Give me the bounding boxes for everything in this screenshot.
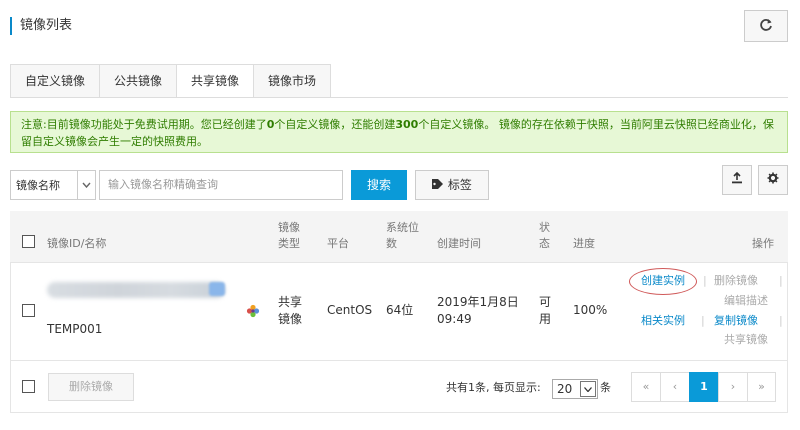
share-image-link[interactable]: 共享镜像: [724, 331, 768, 348]
select-all-checkbox[interactable]: [22, 235, 35, 248]
action-separator: |: [703, 274, 707, 287]
notice-count-remaining: 300: [395, 118, 419, 131]
refresh-icon: [759, 17, 773, 36]
page-size-select[interactable]: 20: [552, 379, 598, 399]
action-separator: |: [701, 314, 705, 327]
page-title: 镜像列表: [10, 17, 72, 35]
col-type-line2: 类型: [278, 237, 300, 250]
col-actions: 操作: [752, 237, 774, 250]
row-created-date: 2019年1月8日: [437, 295, 519, 309]
action-separator: |: [779, 274, 783, 287]
image-name: TEMP001: [47, 322, 103, 336]
search-input[interactable]: 输入镜像名称精确查询: [99, 170, 343, 200]
row-type-line1: 共享: [278, 295, 303, 309]
row-bits: 64位: [386, 303, 414, 317]
copy-image-link[interactable]: 复制镜像: [714, 312, 758, 329]
tag-button-label: 标签: [447, 178, 472, 192]
col-status-line2: 态: [539, 237, 550, 250]
notice-banner: 注意:目前镜像功能处于免费试用期。您已经创建了0个自定义镜像，还能创建300个自…: [10, 111, 788, 153]
prev-page-button[interactable]: ‹: [660, 372, 689, 402]
page-1-button[interactable]: 1: [689, 372, 718, 402]
col-id-name: 镜像ID/名称: [47, 237, 107, 250]
tabs-divider: [10, 97, 788, 98]
table-header: [10, 211, 788, 263]
search-field-select[interactable]: 镜像名称: [10, 170, 96, 200]
chevron-down-icon: [580, 381, 596, 397]
page-size-value: 20: [557, 382, 573, 396]
tab-custom-images[interactable]: 自定义镜像: [10, 64, 100, 98]
notice-text-1: 注意:目前镜像功能处于免费试用期。您已经创建了: [21, 118, 267, 131]
export-icon: [731, 171, 743, 188]
col-status-line1: 状: [539, 221, 550, 234]
total-count-text: 共有1条, 每页显示:: [446, 381, 541, 394]
pagination: « ‹ 1 › »: [631, 372, 776, 402]
create-instance-link[interactable]: 创建实例: [641, 272, 685, 289]
col-created: 创建时间: [437, 237, 481, 250]
last-page-button[interactable]: »: [747, 372, 776, 402]
export-button[interactable]: [722, 165, 752, 195]
shared-flower-icon: [246, 304, 260, 321]
settings-button[interactable]: [758, 165, 788, 195]
col-bits-line2: 数: [386, 237, 397, 250]
redacted-image-id: [47, 282, 225, 298]
chevron-down-icon: [77, 171, 95, 199]
row-progress: 100%: [573, 303, 608, 317]
first-page-button[interactable]: «: [631, 372, 660, 402]
tab-public-images[interactable]: 公共镜像: [99, 64, 177, 98]
tag-icon: [432, 178, 448, 192]
delete-image-link[interactable]: 删除镜像: [714, 272, 758, 289]
redacted-id-tag: [209, 282, 225, 296]
row-status-line2: 用: [539, 312, 552, 326]
search-button[interactable]: 搜索: [351, 170, 407, 200]
bulk-delete-button[interactable]: 删除镜像: [48, 373, 134, 401]
tab-shared-images[interactable]: 共享镜像: [176, 64, 254, 98]
row-platform: CentOS: [327, 303, 373, 317]
gear-icon: [767, 172, 779, 188]
action-separator: |: [779, 314, 783, 327]
row-created-time: 09:49: [437, 312, 472, 326]
edit-description-link[interactable]: 编辑描述: [724, 292, 768, 309]
col-platform: 平台: [327, 237, 349, 250]
footer-divider: [10, 360, 788, 361]
related-instances-link[interactable]: 相关实例: [641, 312, 685, 329]
col-bits-line1: 系统位: [386, 221, 419, 234]
row-type-line2: 镜像: [278, 312, 303, 326]
image-tabs: 自定义镜像 公共镜像 共享镜像 镜像市场: [10, 64, 332, 98]
notice-text-2: 个自定义镜像，还能创建: [274, 118, 396, 131]
footer-select-all-checkbox[interactable]: [22, 380, 35, 393]
tab-image-market[interactable]: 镜像市场: [253, 64, 332, 98]
page-size-unit: 条: [600, 381, 611, 394]
col-type-line1: 镜像: [278, 221, 300, 234]
row-checkbox[interactable]: [22, 304, 35, 317]
col-progress: 进度: [573, 237, 595, 250]
row-status-line1: 可: [539, 295, 552, 309]
tag-button[interactable]: 标签: [415, 170, 489, 200]
search-field-value: 镜像名称: [16, 179, 60, 192]
refresh-button[interactable]: [744, 10, 788, 42]
next-page-button[interactable]: ›: [718, 372, 747, 402]
